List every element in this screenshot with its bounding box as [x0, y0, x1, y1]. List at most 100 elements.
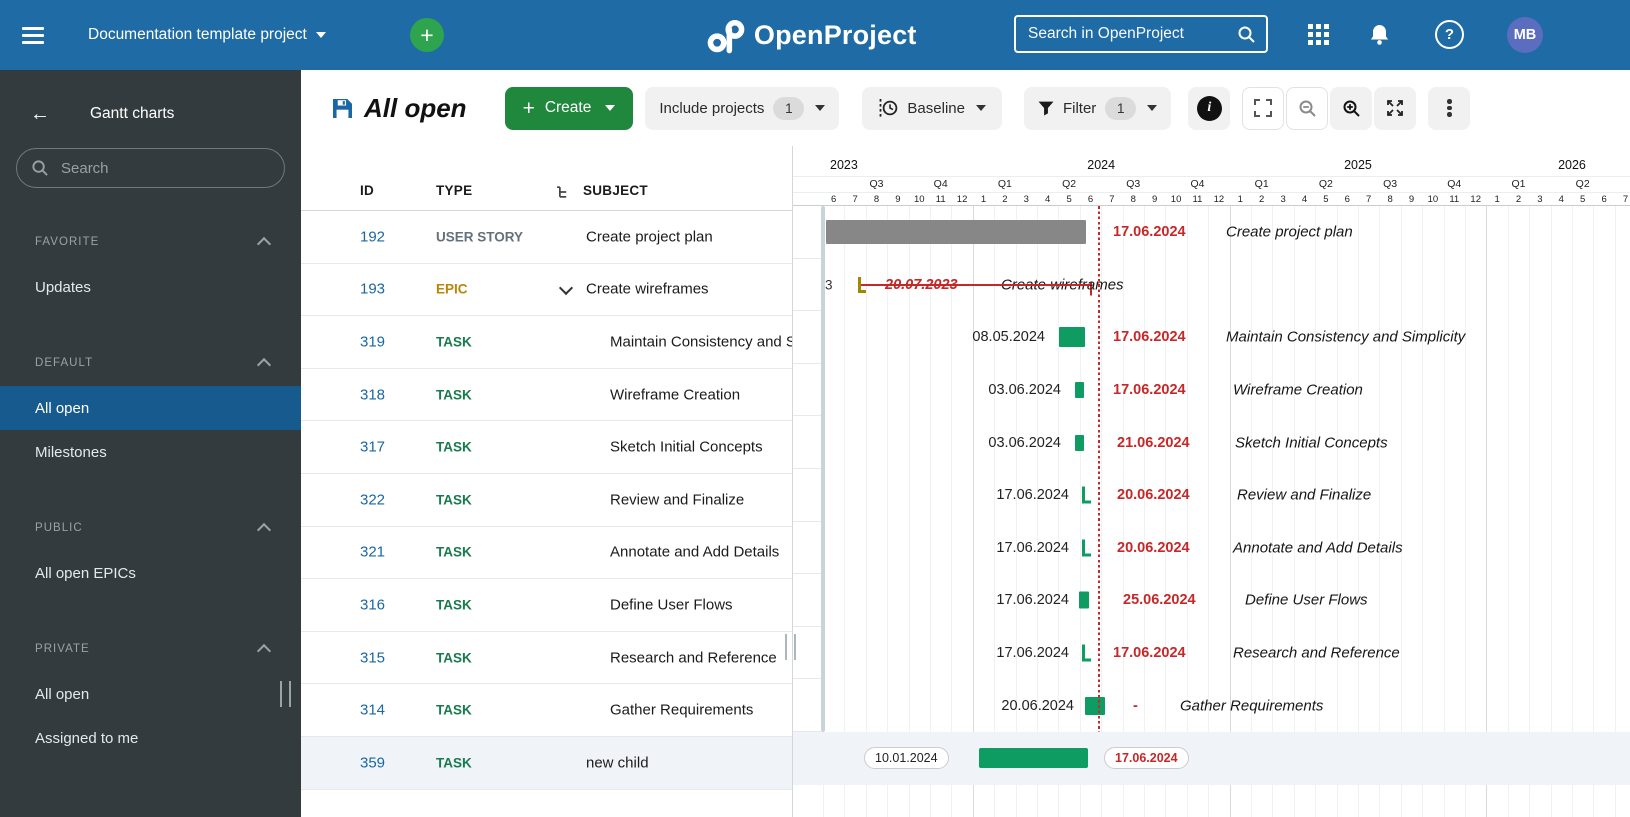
gantt-row[interactable]: 3 20.07.2023 Create wireframes [793, 259, 1630, 312]
table-row[interactable]: 317 TASK Sketch Initial Concepts [301, 421, 792, 474]
sidebar-item-all-open-private[interactable]: All open [0, 672, 301, 716]
work-package-subject[interactable]: Define User Flows [610, 596, 792, 613]
help-icon[interactable]: ? [1435, 20, 1464, 49]
gantt-row[interactable]: 17.06.2024 17.06.2024 Research and Referen… [793, 627, 1630, 680]
zoom-in-button[interactable] [1330, 86, 1373, 130]
include-projects-button[interactable]: Include projects 1 [645, 86, 840, 130]
gantt-bar[interactable] [1059, 327, 1085, 348]
collapse-chevron-icon[interactable] [558, 281, 574, 296]
table-row[interactable]: 315 TASK Research and Reference [301, 632, 792, 685]
work-package-id-link[interactable]: 317 [360, 439, 385, 456]
gantt-row[interactable]: 03.06.2024 21.06.2024 Sketch Initial Conce… [793, 416, 1630, 469]
fullscreen-button[interactable] [1374, 86, 1417, 130]
work-package-subject[interactable]: Sketch Initial Concepts [610, 439, 792, 456]
sidebar-resize-handle[interactable] [280, 681, 291, 707]
table-row[interactable]: 316 TASK Define User Flows [301, 579, 792, 632]
work-package-id-link[interactable]: 319 [360, 333, 385, 350]
sidebar-item-all-open-epics[interactable]: All open EPICs [0, 551, 301, 595]
gantt-bar[interactable] [1075, 434, 1084, 451]
work-package-id-link[interactable]: 193 [360, 281, 385, 298]
work-package-id-link[interactable]: 359 [360, 754, 385, 771]
gantt-bar[interactable] [1085, 696, 1105, 715]
table-row[interactable]: 322 TASK Review and Finalize [301, 474, 792, 527]
gantt-bar[interactable] [1075, 382, 1084, 399]
month-label: 6 [1087, 194, 1094, 205]
work-package-id-link[interactable]: 322 [360, 491, 385, 508]
notifications-bell-icon[interactable] [1369, 0, 1390, 70]
sidebar-section-private[interactable]: PRIVATE [35, 642, 272, 659]
back-arrow-icon[interactable]: ← [30, 104, 50, 124]
gantt-bar[interactable] [826, 220, 1086, 245]
work-package-subject[interactable]: Annotate and Add Details [610, 544, 792, 561]
work-package-id-link[interactable]: 192 [360, 228, 385, 245]
gantt-row[interactable]: 08.05.2024 17.06.2024 Maintain Consistency… [793, 311, 1630, 364]
sidebar-section-public[interactable]: PUBLIC [35, 521, 272, 538]
work-package-id-link[interactable]: 318 [360, 386, 385, 403]
work-package-id-link[interactable]: 315 [360, 649, 385, 666]
sidebar-search-input[interactable] [16, 148, 285, 188]
avatar[interactable]: MB [1507, 17, 1543, 53]
column-header-subject[interactable]: SUBJECT [583, 183, 648, 198]
work-package-subject[interactable]: Gather Requirements [610, 702, 792, 719]
apps-grid-icon[interactable] [1308, 0, 1330, 70]
gantt-date-clamp[interactable] [1082, 644, 1091, 662]
column-header-id[interactable]: ID [360, 183, 374, 198]
table-row[interactable]: 192 USER STORY Create project plan [301, 211, 792, 264]
sidebar-item-all-open[interactable]: All open [0, 386, 301, 430]
project-select-dropdown[interactable]: Documentation template project [88, 0, 326, 70]
baseline-button[interactable]: Baseline [862, 86, 1002, 130]
sidebar-section-favorite[interactable]: FAVORITE [35, 235, 272, 252]
gantt-row[interactable]: 17.06.2024 20.06.2024 Annotate and Add Det… [793, 522, 1630, 575]
global-add-button[interactable]: + [410, 18, 444, 52]
table-row[interactable]: 319 TASK Maintain Consistency and Simplici… [301, 316, 792, 369]
table-row[interactable]: 321 TASK Annotate and Add Details [301, 527, 792, 580]
settings-kebab-button[interactable] [1428, 86, 1471, 130]
hamburger-menu-icon[interactable] [22, 27, 44, 48]
openproject-logo[interactable]: OpenProject [705, 0, 917, 70]
work-package-subject[interactable]: Maintain Consistency and Simplicity [610, 333, 792, 350]
work-package-id-link[interactable]: 314 [360, 702, 385, 719]
work-package-subject[interactable]: Wireframe Creation [610, 386, 792, 403]
gantt-bar[interactable] [979, 748, 1088, 769]
table-gantt-splitter-handle[interactable] [785, 634, 796, 660]
table-row[interactable]: 193 EPIC Create wireframes [301, 264, 792, 317]
create-button[interactable]: + Create [504, 86, 634, 130]
work-package-subject[interactable]: Research and Reference [610, 649, 792, 666]
gantt-date-chip[interactable]: 10.01.2024 [864, 747, 949, 770]
table-row[interactable]: 359 TASK new child [301, 736, 792, 790]
column-header-type[interactable]: TYPE [436, 183, 472, 198]
work-package-subject[interactable]: Create wireframes [586, 281, 792, 298]
gantt-row[interactable]: 10.01.2024 17.06.2024 [793, 732, 1630, 785]
table-row[interactable]: 314 TASK Gather Requirements [301, 684, 792, 737]
work-package-subject[interactable]: Review and Finalize [610, 491, 792, 508]
table-row[interactable]: 318 TASK Wireframe Creation [301, 369, 792, 422]
gantt-date-chip[interactable]: 17.06.2024 [1104, 747, 1189, 770]
filter-button[interactable]: Filter 1 [1023, 86, 1172, 130]
gantt-row[interactable]: 17.06.2024 25.06.2024 Define User Flows [793, 574, 1630, 627]
sidebar-item-updates[interactable]: Updates [0, 265, 301, 309]
gantt-row[interactable]: 17.06.2024 Create project plan [793, 206, 1630, 259]
save-icon[interactable] [333, 98, 352, 118]
gantt-bar[interactable] [1079, 591, 1089, 609]
global-search-input[interactable] [1016, 25, 1237, 43]
hierarchy-icon[interactable] [556, 185, 570, 199]
gantt-info-button[interactable]: i [1188, 86, 1231, 130]
global-search-box[interactable] [1014, 15, 1268, 53]
sidebar-section-default[interactable]: DEFAULT [35, 356, 272, 373]
zoom-auto-button[interactable] [1242, 86, 1285, 130]
work-package-subject[interactable]: new child [586, 754, 792, 771]
sidebar-search-box[interactable] [16, 148, 285, 188]
zoom-out-button[interactable] [1286, 86, 1329, 130]
sidebar-item-assigned-to-me[interactable]: Assigned to me [0, 716, 301, 760]
gantt-row[interactable]: 17.06.2024 20.06.2024 Review and Finalize [793, 469, 1630, 522]
search-icon[interactable] [1237, 25, 1256, 44]
gantt-date-clamp[interactable] [1082, 539, 1091, 557]
work-package-id-link[interactable]: 321 [360, 544, 385, 561]
gantt-start-date-label: 03.06.2024 [988, 434, 1061, 451]
sidebar-item-milestones[interactable]: Milestones [0, 430, 301, 474]
gantt-row[interactable]: 03.06.2024 17.06.2024 Wireframe Creation [793, 364, 1630, 417]
gantt-date-clamp[interactable] [1082, 486, 1091, 504]
work-package-subject[interactable]: Create project plan [586, 228, 792, 245]
work-package-id-link[interactable]: 316 [360, 596, 385, 613]
gantt-row[interactable]: 20.06.2024 - Gather Requirements [793, 679, 1630, 732]
